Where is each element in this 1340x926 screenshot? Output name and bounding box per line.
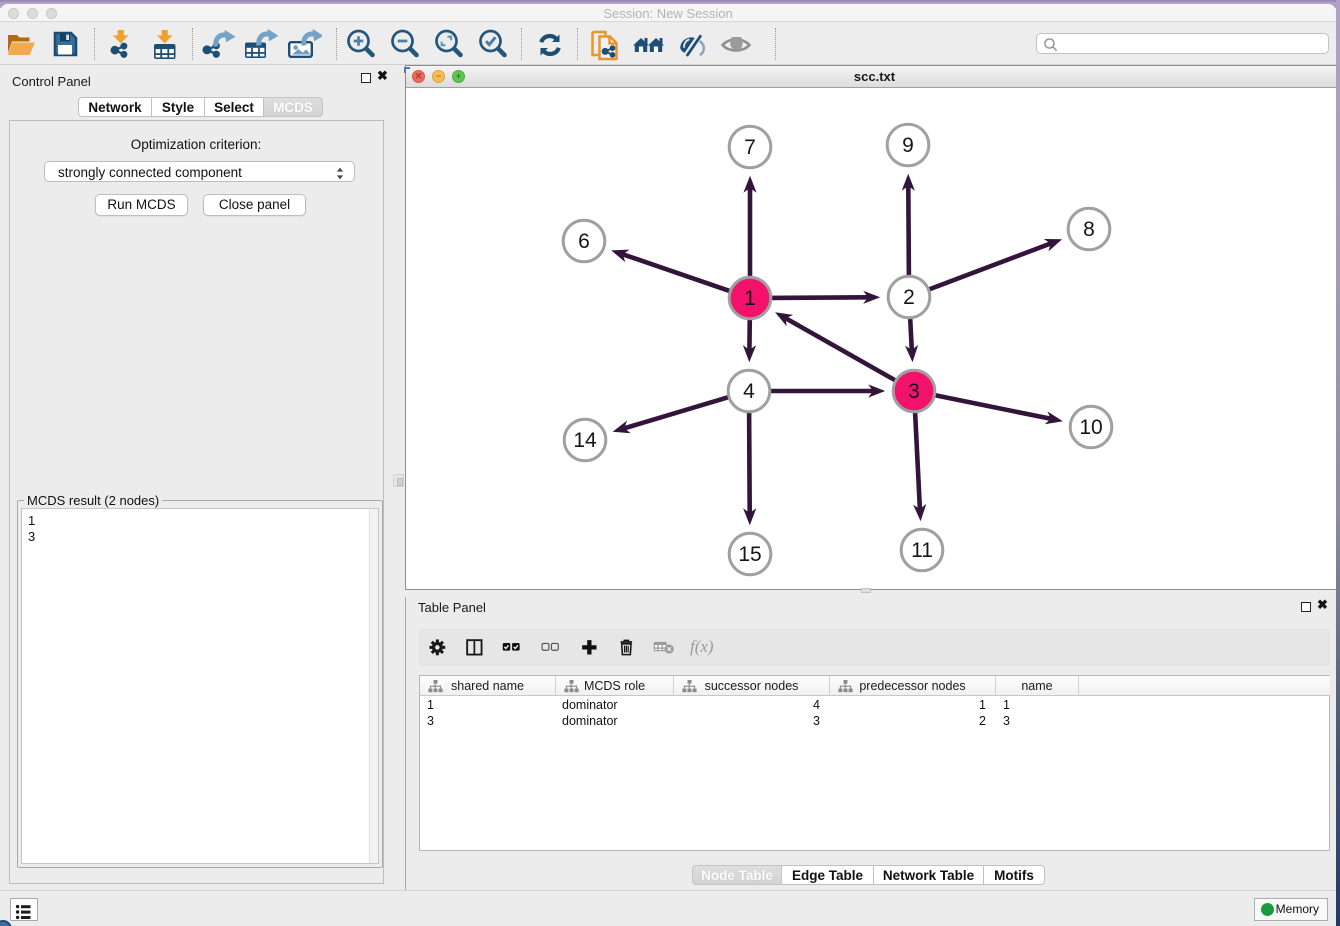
svg-text:10: 10	[1079, 416, 1102, 439]
svg-text:11: 11	[911, 539, 933, 562]
svg-text:2: 2	[903, 286, 915, 309]
svg-text:8: 8	[1083, 218, 1095, 241]
svg-text:7: 7	[744, 136, 756, 159]
svg-text:14: 14	[573, 429, 597, 452]
svg-text:9: 9	[902, 134, 914, 157]
svg-text:6: 6	[578, 230, 590, 253]
svg-text:1: 1	[744, 287, 756, 310]
svg-text:4: 4	[743, 380, 755, 403]
svg-text:3: 3	[908, 380, 920, 403]
svg-text:15: 15	[738, 543, 761, 566]
